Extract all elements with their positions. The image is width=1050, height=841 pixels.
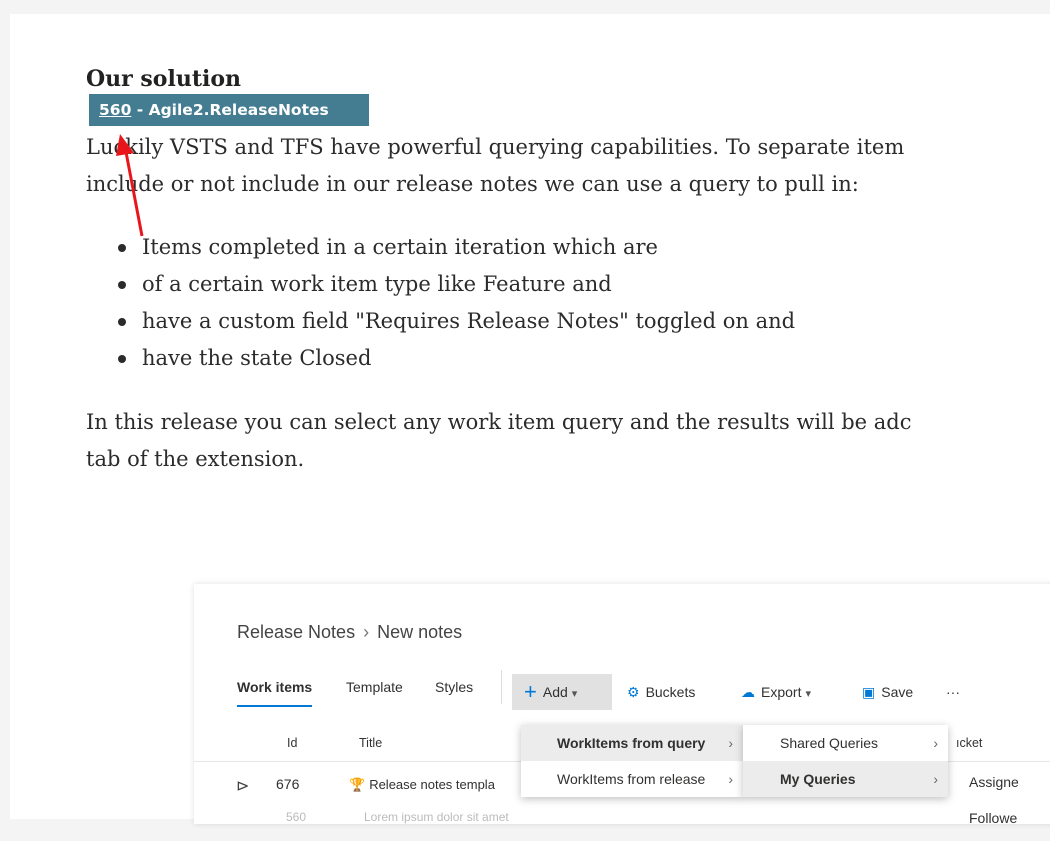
column-header-bucket[interactable]: ıcket (956, 736, 982, 750)
embedded-screenshot: Release Notes › New notes Work items Templ… (194, 584, 1050, 824)
table-row-title[interactable]: 🏆 Release notes templa (349, 777, 495, 793)
add-button[interactable]: + Add ▾ (512, 674, 612, 710)
tab-work-items[interactable]: Work items (237, 679, 313, 707)
menu-item-my-queries[interactable]: My Queries › (743, 761, 948, 797)
section-heading: Our solution (86, 66, 242, 92)
list-item: have a custom field "Requires Release No… (118, 303, 795, 340)
more-options-button[interactable]: ··· (946, 674, 960, 710)
menu-item-workitems-from-release[interactable]: WorkItems from release › (521, 761, 743, 797)
my-queries-submenu: Assigne Followe (969, 764, 1019, 824)
chevron-down-icon: ▾ (571, 688, 578, 700)
edit-icon[interactable]: ⊳ (236, 776, 249, 796)
add-dropdown-menu: WorkItems from query › WorkItems from rel… (521, 725, 743, 797)
table-row-id: 560 (286, 810, 307, 824)
chevron-right-icon: › (728, 735, 733, 751)
chevron-down-icon: ▾ (805, 688, 811, 700)
cloud-icon: ☁ (741, 684, 755, 700)
criteria-list: Items completed in a certain iteration w… (118, 229, 795, 377)
intro-line-1: Luckily VSTS and TFS have powerful query… (86, 135, 905, 159)
intro-line-2: include or not include in our release no… (86, 172, 859, 196)
work-item-title: - Agile2.ReleaseNotes (131, 101, 329, 119)
save-label: Save (881, 684, 914, 700)
release-paragraph: In this release you can select any work … (86, 404, 912, 478)
buckets-button[interactable]: ⚙ Buckets (627, 674, 695, 710)
menu-item-assigned[interactable]: Assigne (969, 764, 1019, 800)
release-line-1: In this release you can select any work … (86, 410, 912, 434)
menu-item-workitems-from-query[interactable]: WorkItems from query › (521, 725, 743, 761)
list-item: Items completed in a certain iteration w… (118, 229, 795, 266)
toolbar-divider (501, 670, 502, 704)
chevron-right-icon: › (933, 735, 938, 751)
chevron-right-icon: › (728, 771, 733, 787)
column-header-title[interactable]: Title (359, 736, 382, 750)
table-row-title: Lorem ipsum dolor sit amet (364, 810, 509, 824)
save-button[interactable]: ▣ Save (862, 674, 913, 710)
tab-template[interactable]: Template (346, 679, 403, 695)
column-header-id[interactable]: Id (287, 736, 297, 750)
export-label: Export (761, 684, 802, 700)
save-icon: ▣ (862, 684, 876, 700)
gear-icon: ⚙ (627, 684, 640, 700)
list-item: have the state Closed (118, 340, 795, 377)
release-line-2: tab of the extension. (86, 447, 305, 471)
tab-styles[interactable]: Styles (435, 679, 473, 695)
export-button[interactable]: ☁ Export ▾ (741, 674, 811, 710)
chevron-right-icon: › (933, 771, 938, 787)
breadcrumb: Release Notes › New notes (237, 622, 462, 643)
trophy-icon: 🏆 (349, 777, 366, 792)
menu-item-followed[interactable]: Followe (969, 800, 1019, 824)
intro-paragraph: Luckily VSTS and TFS have powerful query… (86, 129, 904, 203)
breadcrumb-current: New notes (377, 622, 463, 642)
add-label: Add (542, 684, 568, 700)
chevron-right-icon: › (363, 622, 370, 642)
list-item: of a certain work item type like Feature… (118, 266, 795, 303)
row-title-text: Release notes templa (369, 777, 495, 792)
plus-icon: + (524, 679, 537, 704)
work-item-badge[interactable]: 560 - Agile2.ReleaseNotes (89, 94, 369, 126)
work-item-id-link[interactable]: 560 (99, 101, 131, 119)
breadcrumb-root[interactable]: Release Notes (237, 622, 355, 642)
buckets-label: Buckets (645, 684, 696, 700)
query-submenu: Shared Queries › My Queries › (743, 725, 948, 797)
menu-item-shared-queries[interactable]: Shared Queries › (743, 725, 948, 761)
table-row-id: 676 (276, 776, 300, 792)
